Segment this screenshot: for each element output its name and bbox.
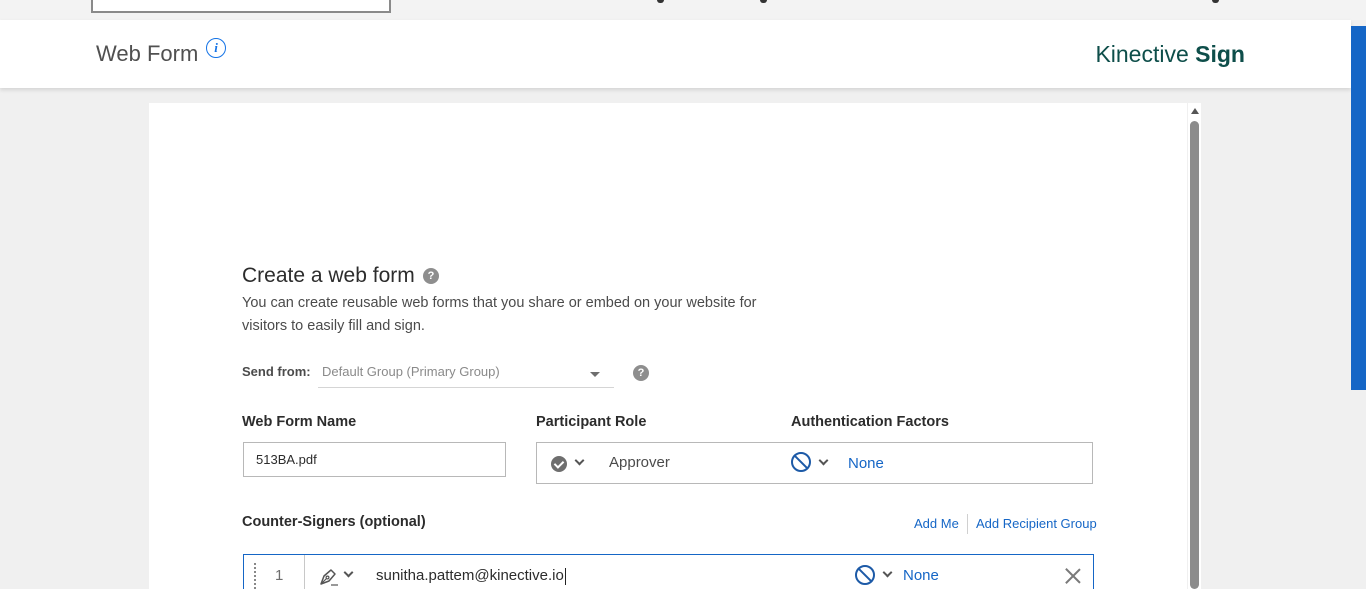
chevron-down-icon xyxy=(574,455,585,466)
add-recipient-group-link[interactable]: Add Recipient Group xyxy=(976,516,1097,531)
top-strip-glyph xyxy=(760,0,767,3)
brand-logo: Kinective Sign xyxy=(1095,41,1245,68)
top-strip-glyph xyxy=(657,0,664,3)
web-form-name-input[interactable] xyxy=(243,442,506,477)
scrollbar-thumb[interactable] xyxy=(1190,121,1199,589)
top-strip-glyph xyxy=(1212,0,1219,3)
link-divider xyxy=(967,514,968,534)
signer-index: 1 xyxy=(275,567,284,584)
participant-row: Approver None xyxy=(536,442,1093,484)
help-icon[interactable]: ? xyxy=(633,365,649,381)
no-auth-icon xyxy=(791,452,811,472)
text-cursor xyxy=(564,567,566,585)
add-me-link[interactable]: Add Me xyxy=(914,516,959,531)
checkmark-circle-icon xyxy=(551,456,567,472)
pen-sign-icon xyxy=(320,569,338,586)
send-from-select[interactable]: Default Group (Primary Group) xyxy=(318,360,614,388)
info-icon[interactable]: i xyxy=(206,38,226,58)
web-form-name-label: Web Form Name xyxy=(242,414,357,430)
chevron-down-icon xyxy=(343,567,354,578)
help-icon[interactable]: ? xyxy=(423,268,439,284)
signer-email-input[interactable]: sunitha.pattem@kinective.io xyxy=(376,567,566,585)
send-from-label: Send from: xyxy=(242,364,311,379)
chevron-down-icon xyxy=(882,567,893,578)
no-auth-icon xyxy=(855,565,875,585)
chevron-down-icon xyxy=(818,455,829,466)
auth-factors-label: Authentication Factors xyxy=(791,414,949,430)
row-divider xyxy=(304,555,305,589)
counter-signer-row[interactable]: 1 sunitha.pattem@kinective.io None xyxy=(243,554,1094,589)
counter-signers-label: Counter-Signers (optional) xyxy=(242,514,426,530)
brand-bold-text: Sign xyxy=(1195,41,1245,67)
send-from-value: Default Group (Primary Group) xyxy=(322,364,500,379)
signer-email-text: sunitha.pattem@kinective.io xyxy=(376,567,564,584)
page-header: Web Form i Kinective Sign xyxy=(0,20,1351,88)
page-title: Web Form xyxy=(96,41,199,66)
form-heading: Create a web form xyxy=(242,264,415,287)
drag-handle-icon[interactable] xyxy=(254,563,258,589)
caret-down-icon xyxy=(590,372,600,377)
signer-auth-value[interactable]: None xyxy=(903,567,939,584)
scroll-up-arrow-icon[interactable] xyxy=(1191,108,1199,114)
participant-role-label: Participant Role xyxy=(536,414,647,430)
participant-role-value: Approver xyxy=(609,454,670,471)
side-accent-bar xyxy=(1351,26,1366,390)
brand-light-text: Kinective xyxy=(1095,41,1189,67)
auth-factors-value[interactable]: None xyxy=(848,455,884,472)
top-strip xyxy=(0,0,1366,20)
close-icon[interactable] xyxy=(1065,568,1081,584)
form-description: You can create reusable web forms that y… xyxy=(242,295,757,334)
top-field-box[interactable] xyxy=(91,0,391,13)
